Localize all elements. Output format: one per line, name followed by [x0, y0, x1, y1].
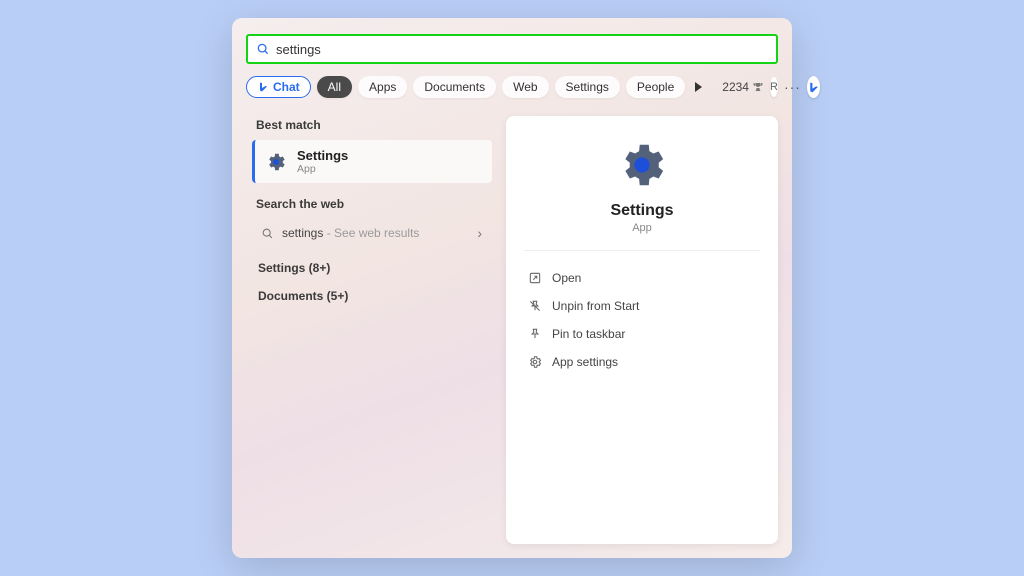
detail-pane: Settings App Open Unpin from Start: [506, 116, 778, 544]
action-pin-taskbar[interactable]: Pin to taskbar: [524, 321, 760, 347]
filter-settings[interactable]: Settings: [555, 76, 620, 98]
gear-icon: [528, 355, 542, 369]
search-web-heading: Search the web: [256, 197, 496, 211]
trophy-icon: [752, 81, 764, 93]
web-result-row[interactable]: settings - See web results ›: [246, 219, 496, 247]
bing-icon: [807, 81, 820, 94]
search-icon: [260, 226, 274, 240]
settings-app-large-icon: [615, 138, 669, 192]
search-bar[interactable]: [246, 34, 778, 64]
start-search-panel: Chat All Apps Documents Web Settings Peo…: [232, 18, 792, 558]
filter-documents[interactable]: Documents: [413, 76, 496, 98]
open-icon: [528, 271, 542, 285]
category-settings[interactable]: Settings (8+): [258, 261, 496, 275]
more-menu-icon[interactable]: ···: [784, 79, 801, 95]
search-icon: [256, 42, 270, 56]
web-result-term: settings: [282, 226, 323, 240]
filter-row: Chat All Apps Documents Web Settings Peo…: [246, 76, 778, 98]
results-column: Best match Settings App Search the web: [246, 116, 496, 544]
unpin-icon: [528, 299, 542, 313]
rewards-points-value: 2234: [722, 80, 749, 94]
best-match-heading: Best match: [256, 118, 496, 132]
more-filters-arrow-icon[interactable]: [695, 82, 702, 92]
action-label: Pin to taskbar: [552, 327, 625, 341]
detail-title: Settings: [610, 202, 673, 220]
filter-all[interactable]: All: [317, 76, 352, 98]
filter-people[interactable]: People: [626, 76, 685, 98]
action-app-settings[interactable]: App settings: [524, 349, 760, 375]
user-avatar[interactable]: R: [770, 77, 778, 97]
action-open[interactable]: Open: [524, 265, 760, 291]
best-match-subtitle: App: [297, 163, 348, 175]
best-match-title: Settings: [297, 148, 348, 163]
filter-web[interactable]: Web: [502, 76, 548, 98]
action-label: Open: [552, 271, 581, 285]
best-match-result[interactable]: Settings App: [252, 140, 492, 183]
search-input[interactable]: [276, 42, 768, 57]
settings-app-icon: [265, 151, 287, 173]
chat-tab-label: Chat: [273, 80, 300, 94]
bing-button[interactable]: [807, 76, 820, 98]
bing-chat-icon: [257, 81, 269, 93]
action-label: App settings: [552, 355, 618, 369]
category-documents[interactable]: Documents (5+): [258, 289, 496, 303]
chevron-right-icon: ›: [477, 225, 482, 241]
action-label: Unpin from Start: [552, 299, 639, 313]
web-result-suffix: - See web results: [323, 226, 419, 240]
filter-apps[interactable]: Apps: [358, 76, 407, 98]
action-unpin-start[interactable]: Unpin from Start: [524, 293, 760, 319]
rewards-points[interactable]: 2234: [722, 80, 764, 94]
pin-icon: [528, 327, 542, 341]
detail-subtitle: App: [632, 222, 652, 234]
chat-tab[interactable]: Chat: [246, 76, 311, 98]
